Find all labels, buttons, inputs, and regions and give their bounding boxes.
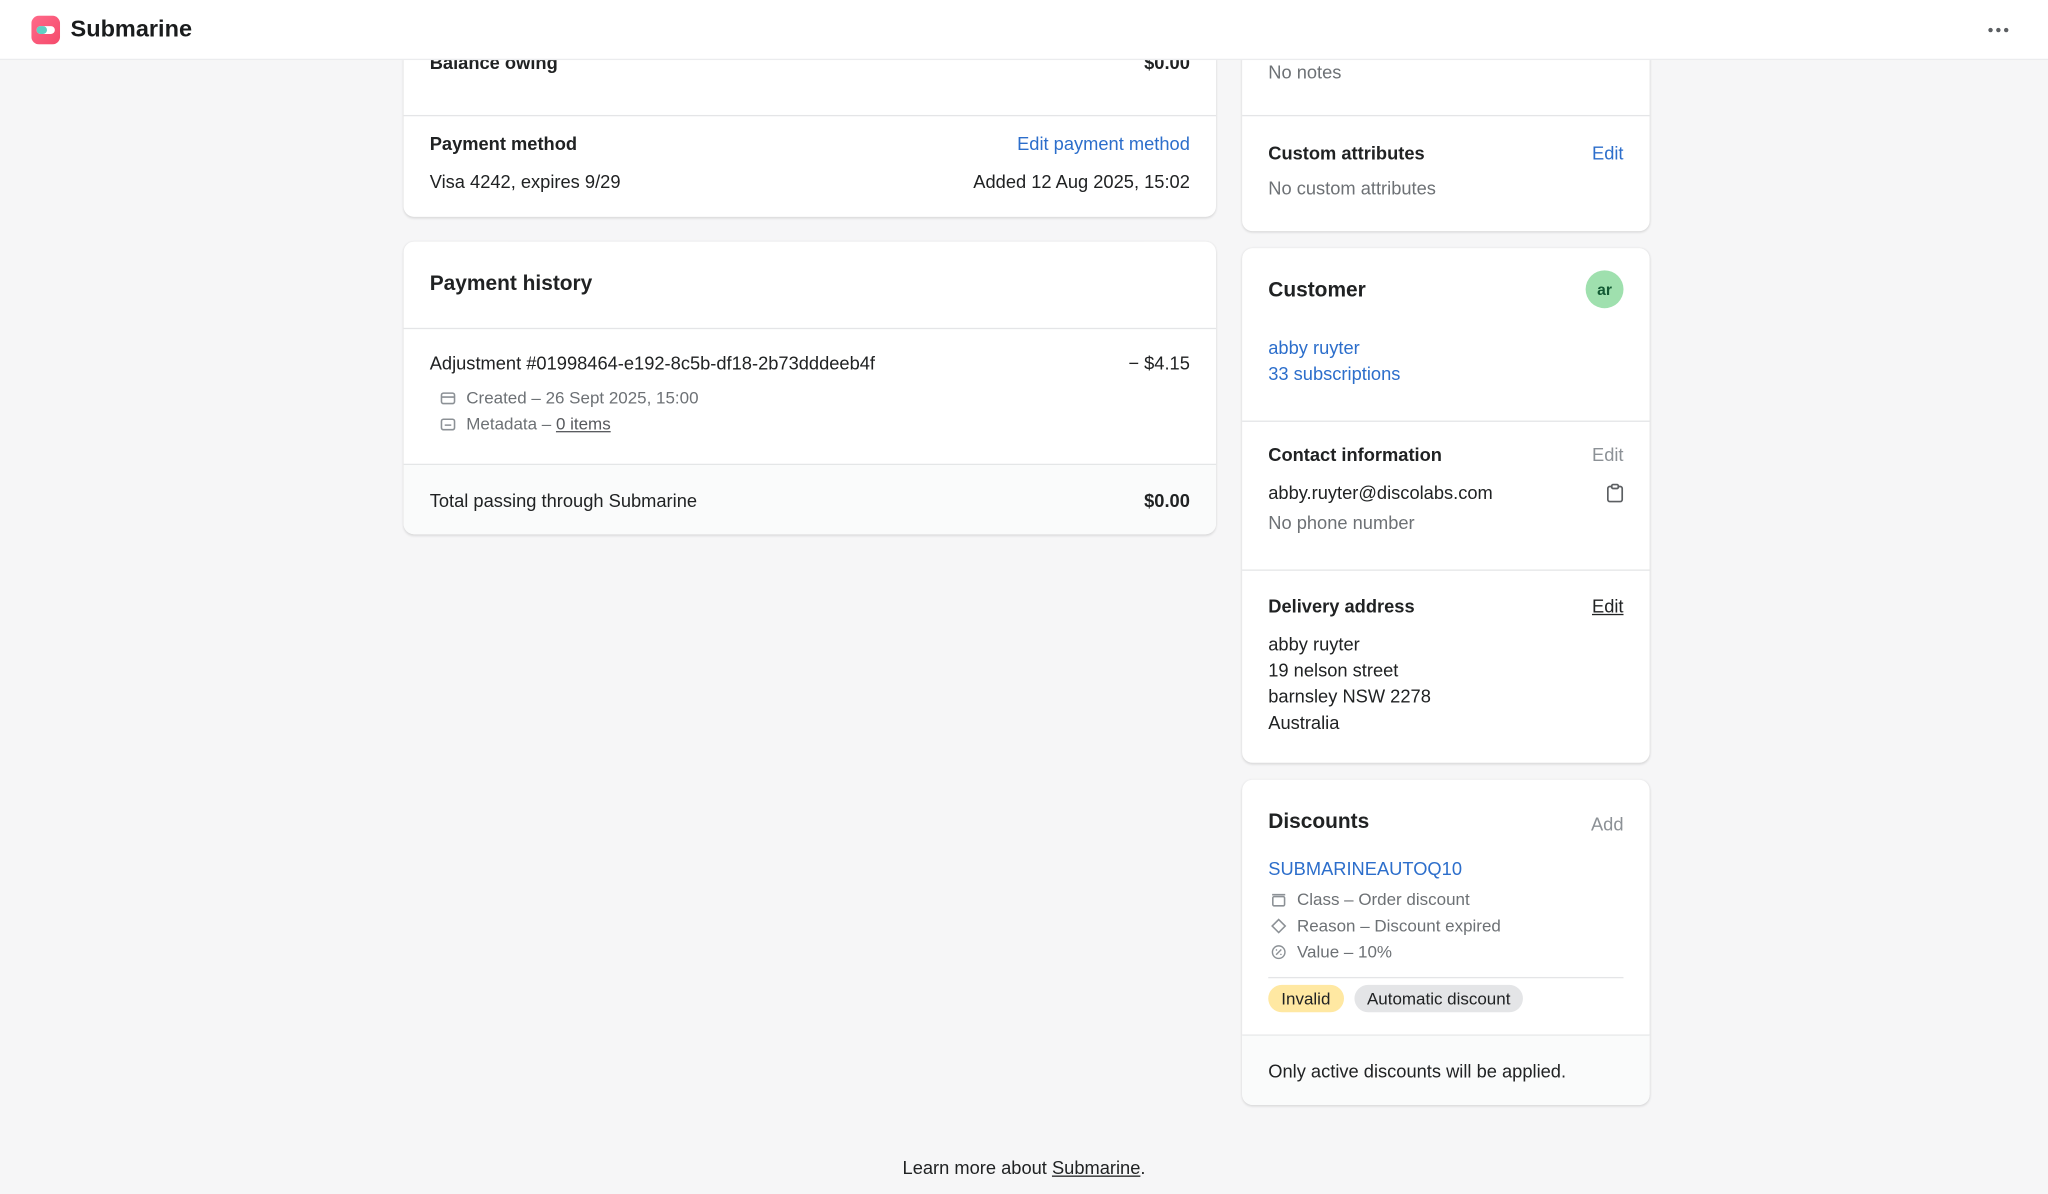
payment-method-summary: Visa 4242, expires 9/29 bbox=[430, 171, 621, 192]
discount-badges: Invalid Automatic discount bbox=[1268, 985, 1523, 1012]
payment-history-card: Payment history Adjustment #01998464-e19… bbox=[404, 242, 1216, 535]
discount-class-icon bbox=[1271, 891, 1287, 907]
delivery-address-title: Delivery address bbox=[1268, 596, 1414, 617]
customer-phone: No phone number bbox=[1268, 512, 1414, 533]
adjustment-label: Adjustment #01998464-e192-8c5b-df18-2b73… bbox=[430, 353, 875, 374]
discounts-title: Discounts bbox=[1268, 811, 1369, 835]
customer-title: Customer bbox=[1268, 280, 1366, 304]
total-label: Total passing through Submarine bbox=[430, 489, 697, 510]
adjustment-created: Created – 26 Sept 2025, 15:00 bbox=[466, 388, 698, 408]
customer-avatar: ar bbox=[1586, 270, 1624, 308]
payment-method-title: Payment method bbox=[430, 133, 577, 154]
footer-help: Learn more about Submarine. bbox=[0, 1157, 2048, 1178]
address-line: Australia bbox=[1268, 709, 1431, 735]
adjustment-amount: − $4.15 bbox=[1128, 353, 1190, 374]
discount-reason-icon bbox=[1271, 918, 1287, 934]
customer-name-link[interactable]: abby ruyter bbox=[1268, 337, 1359, 358]
delivery-address-edit-link[interactable]: Edit bbox=[1592, 596, 1624, 617]
app-title: Submarine bbox=[71, 16, 193, 43]
payment-method-added: Added 12 Aug 2025, 15:02 bbox=[973, 171, 1190, 192]
discount-code-link[interactable]: SUBMARINEAUTOQ10 bbox=[1268, 858, 1462, 879]
no-notes-text: No notes bbox=[1268, 61, 1341, 82]
customer-subscriptions-link[interactable]: 33 subscriptions bbox=[1268, 363, 1400, 384]
discount-class-text: Class – Order discount bbox=[1297, 889, 1470, 909]
badge-automatic-discount: Automatic discount bbox=[1354, 985, 1524, 1012]
discounts-add-link[interactable]: Add bbox=[1591, 814, 1624, 835]
contact-information-edit-link[interactable]: Edit bbox=[1592, 444, 1624, 465]
custom-attributes-title: Custom attributes bbox=[1268, 142, 1424, 163]
edit-payment-method-link[interactable]: Edit payment method bbox=[1017, 133, 1190, 154]
payment-history-title: Payment history bbox=[430, 273, 593, 297]
no-custom-attributes-text: No custom attributes bbox=[1268, 178, 1436, 199]
page: Submarine Balance owing $0.00 Payment me… bbox=[0, 0, 2048, 1194]
contact-information-title: Contact information bbox=[1268, 444, 1442, 465]
discounts-footer-note: Only active discounts will be applied. bbox=[1268, 1060, 1566, 1081]
footer-submarine-link[interactable]: Submarine bbox=[1052, 1157, 1140, 1178]
discount-reason-text: Reason – Discount expired bbox=[1297, 916, 1501, 936]
submarine-logo-icon bbox=[31, 15, 60, 44]
footer-help-text: Learn more about bbox=[903, 1157, 1052, 1178]
clipboard-icon bbox=[1607, 483, 1624, 503]
copy-email-button[interactable] bbox=[1607, 483, 1624, 503]
address-line: barnsley NSW 2278 bbox=[1268, 683, 1431, 709]
custom-attributes-edit-link[interactable]: Edit bbox=[1592, 142, 1624, 163]
address-line: abby ruyter bbox=[1268, 631, 1431, 657]
app-logo: Submarine bbox=[31, 15, 192, 44]
discounts-card: Discounts Add SUBMARINEAUTOQ10 Class – O… bbox=[1242, 780, 1650, 1105]
discount-value-text: Value – 10% bbox=[1297, 942, 1392, 962]
ellipsis-icon bbox=[1985, 16, 2011, 42]
status-badge-invalid: Invalid bbox=[1268, 985, 1343, 1012]
address-line: 19 nelson street bbox=[1268, 657, 1431, 683]
metadata-icon bbox=[440, 416, 456, 432]
top-bar: Submarine bbox=[0, 0, 2048, 60]
delivery-address: abby ruyter 19 nelson street barnsley NS… bbox=[1268, 631, 1431, 735]
discount-value-icon bbox=[1271, 944, 1287, 960]
metadata-label: Metadata – bbox=[466, 414, 556, 434]
created-date-icon bbox=[440, 390, 456, 406]
payment-history-footer: Total passing through Submarine $0.00 bbox=[404, 464, 1216, 535]
total-value: $0.00 bbox=[1144, 489, 1190, 510]
overflow-menu-button[interactable] bbox=[1980, 11, 2017, 48]
footer-help-period: . bbox=[1140, 1157, 1145, 1178]
discounts-footer: Only active discounts will be applied. bbox=[1242, 1034, 1650, 1105]
customer-email: abby.ruyter@discolabs.com bbox=[1268, 482, 1493, 503]
customer-card: Customer ar abby ruyter 33 subscriptions… bbox=[1242, 248, 1650, 763]
metadata-items-link[interactable]: 0 items bbox=[556, 414, 611, 434]
